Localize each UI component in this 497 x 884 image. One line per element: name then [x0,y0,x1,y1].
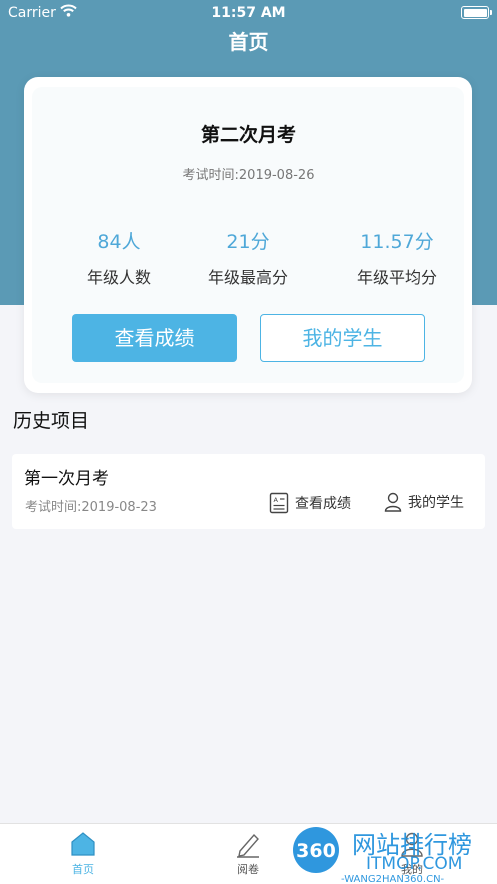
history-view-scores-button[interactable]: A 查看成绩 [269,492,351,514]
tab-grading[interactable]: 阅卷 [203,830,293,877]
history-exam-date: 考试时间:2019-08-23 [25,500,157,515]
stat-value: 84人 [97,231,141,253]
person-icon [384,492,402,512]
clock: 11:57 AM [211,5,286,21]
stat-highest-score: 21分 年级最高分 [173,227,323,288]
watermark-subdomain: -WANG2HAN360.CN- [341,874,445,883]
stat-value: 21分 [226,231,270,253]
watermark-logo: 360 网站排行榜 ITMOP.COM -WANG2HAN360.CN- [293,827,472,883]
watermark-badge: 360 [296,840,336,862]
stat-grade-count: 84人 年级人数 [44,227,194,288]
history-exam-name: 第一次月考 [24,469,109,489]
view-scores-button[interactable]: 查看成绩 [72,314,237,362]
tab-grading-label: 阅卷 [237,863,259,876]
home-icon [71,832,95,856]
page-title: 首页 [228,30,269,54]
history-view-scores-label: 查看成绩 [295,496,351,512]
watermark-domain: ITMOP.COM [366,854,462,874]
exam-name: 第二次月考 [200,124,296,146]
stat-label: 年级人数 [86,268,151,287]
svg-text:A: A [274,496,279,504]
history-item[interactable]: 第一次月考 考试时间:2019-08-23 A 查看成绩 我的学生 [12,454,485,529]
history-my-students-label: 我的学生 [408,495,464,511]
status-bar: Carrier 11:57 AM [0,0,497,26]
exam-date: 考试时间:2019-08-26 [182,168,315,183]
tab-home-label: 首页 [72,863,94,876]
stat-value: 11.57分 [360,231,434,253]
tab-home[interactable]: 首页 [38,830,128,877]
history-my-students-button[interactable]: 我的学生 [384,492,464,512]
pen-icon [237,833,259,858]
battery-icon [461,6,492,19]
my-students-button[interactable]: 我的学生 [260,314,425,362]
history-section-title: 历史项目 [13,410,90,432]
stat-label: 年级最高分 [207,268,288,287]
report-icon: A [269,492,289,514]
stat-label: 年级平均分 [356,268,437,287]
stat-average-score: 11.57分 年级平均分 [322,227,472,288]
